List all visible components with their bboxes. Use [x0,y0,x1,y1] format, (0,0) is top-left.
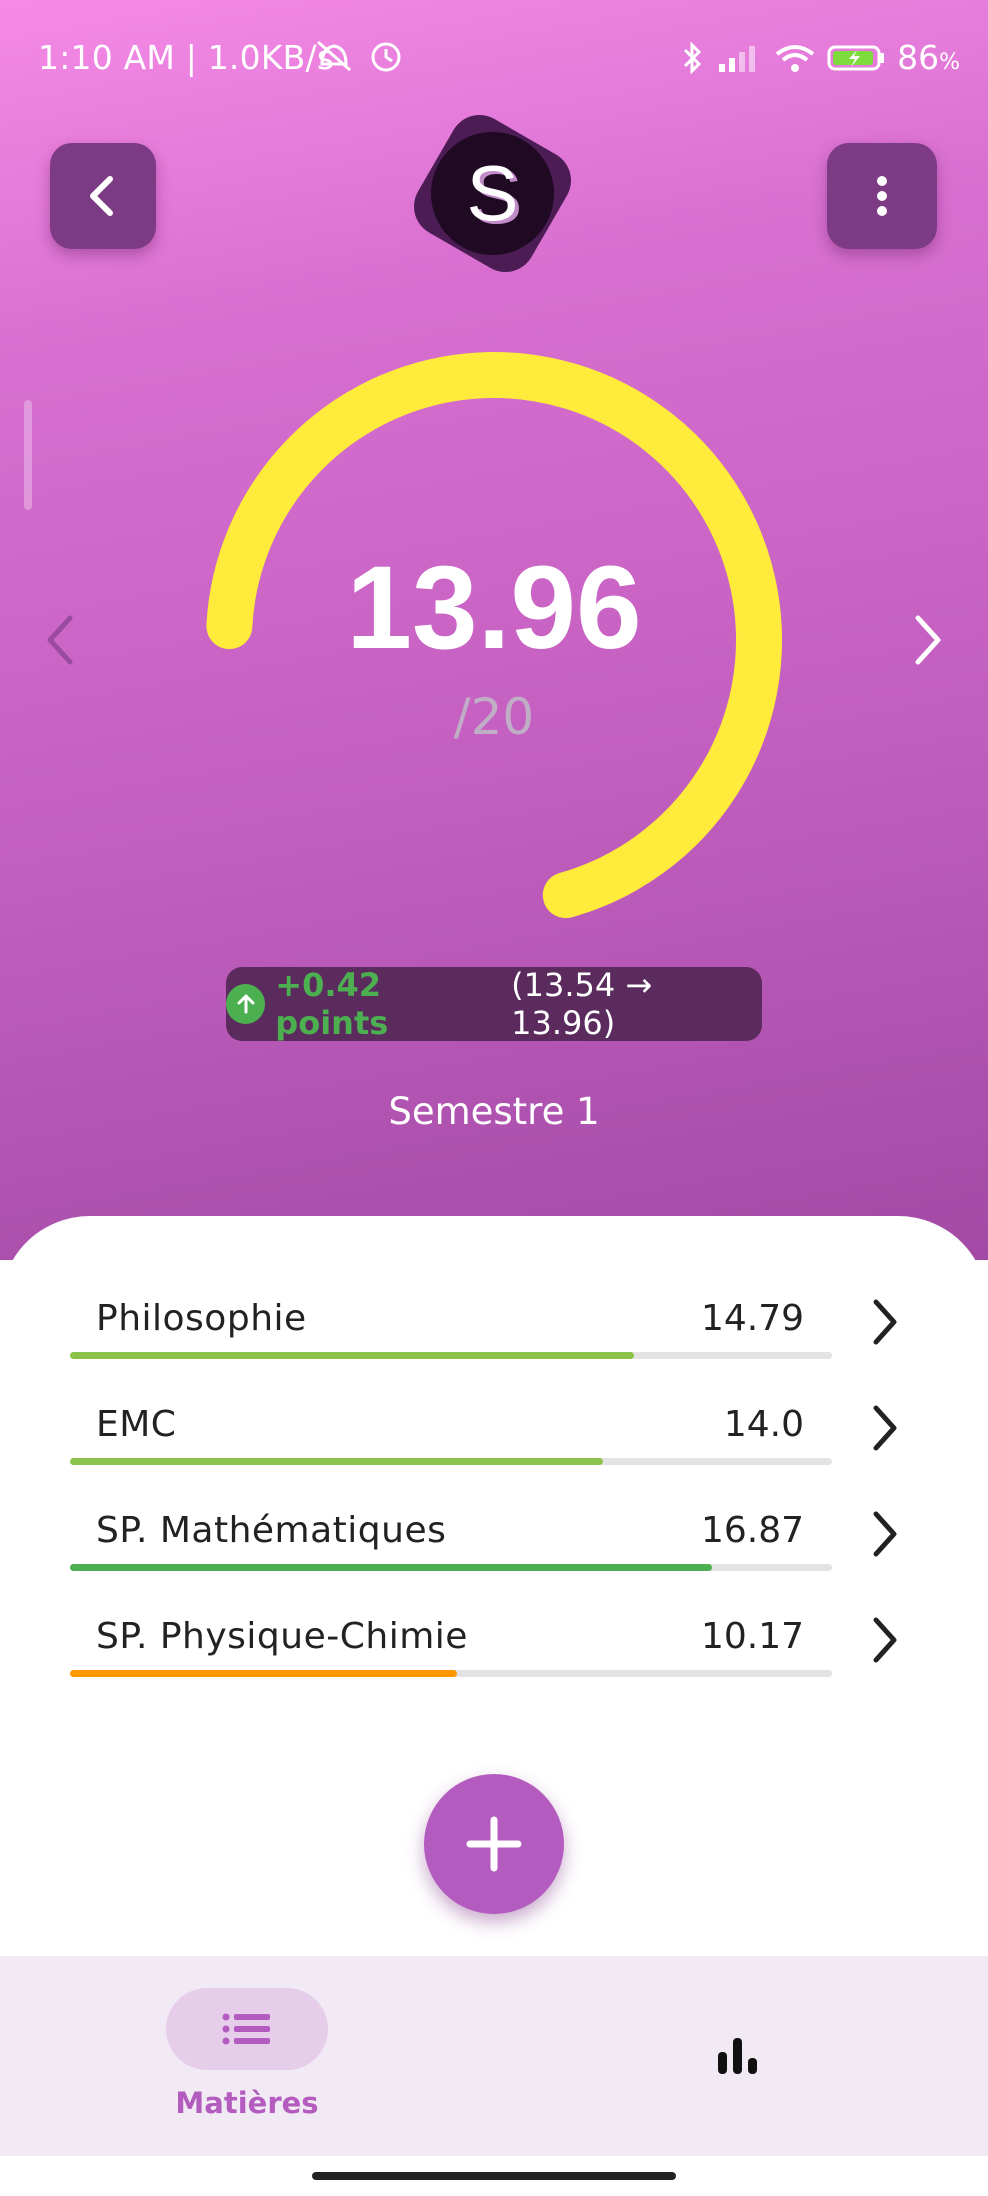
average-out-of: /20 [453,688,535,746]
next-period-button[interactable] [908,610,948,674]
arrow-up-icon [226,984,266,1024]
add-button[interactable] [424,1774,564,1914]
subject-name: SP. Physique-Chimie [96,1616,468,1657]
chevron-right-icon[interactable] [864,1612,904,1668]
list-icon [222,2013,270,2045]
subject-grade: 16.87 [700,1510,804,1551]
average-change-badge: +0.42 points (13.54 → 13.96) [226,966,762,1042]
home-gesture-bar[interactable] [312,2172,676,2180]
plus-icon [466,1816,522,1872]
subject-progress-fill [70,1564,713,1571]
chevron-right-icon[interactable] [864,1294,904,1350]
subject-grade: 14.79 [700,1298,804,1339]
subject-row[interactable]: SP. Mathématiques 16.87 [0,1510,988,1610]
subject-row[interactable]: EMC 14.0 [0,1404,988,1504]
subject-progress-track [70,1670,832,1677]
chevron-left-icon [47,615,73,665]
subject-row[interactable]: SP. Physique-Chimie 10.17 [0,1616,988,1716]
subject-name: EMC [96,1404,177,1445]
subject-grade: 10.17 [700,1616,804,1657]
bottom-navigation: Matières [0,1956,988,2156]
subject-progress-track [70,1564,832,1571]
chevron-right-icon [915,615,941,665]
chevron-right-icon[interactable] [864,1506,904,1562]
average-gauge [206,352,782,919]
subject-progress-track [70,1352,832,1359]
bar-chart-icon [718,2038,757,2074]
subject-grade: 14.0 [723,1404,804,1445]
subject-name: SP. Mathématiques [96,1510,447,1551]
period-title: Semestre 1 [388,1090,600,1133]
tab-matieres[interactable] [166,1988,328,2070]
chevron-right-icon[interactable] [864,1400,904,1456]
subject-progress-fill [70,1352,634,1359]
subject-progress-fill [70,1458,604,1465]
change-detail: (13.54 → 13.96) [511,966,653,1042]
average-value: 13.96 [346,542,642,674]
subject-row[interactable]: Philosophie 14.79 [0,1298,988,1398]
change-points: +0.42 points [275,966,389,1042]
previous-period-button[interactable] [40,610,80,674]
subject-progress-track [70,1458,832,1465]
tab-statistics[interactable] [716,2036,764,2080]
tab-matieres-label[interactable]: Matières [130,2086,364,2120]
subject-name: Philosophie [96,1298,307,1339]
subject-progress-fill [70,1670,458,1677]
